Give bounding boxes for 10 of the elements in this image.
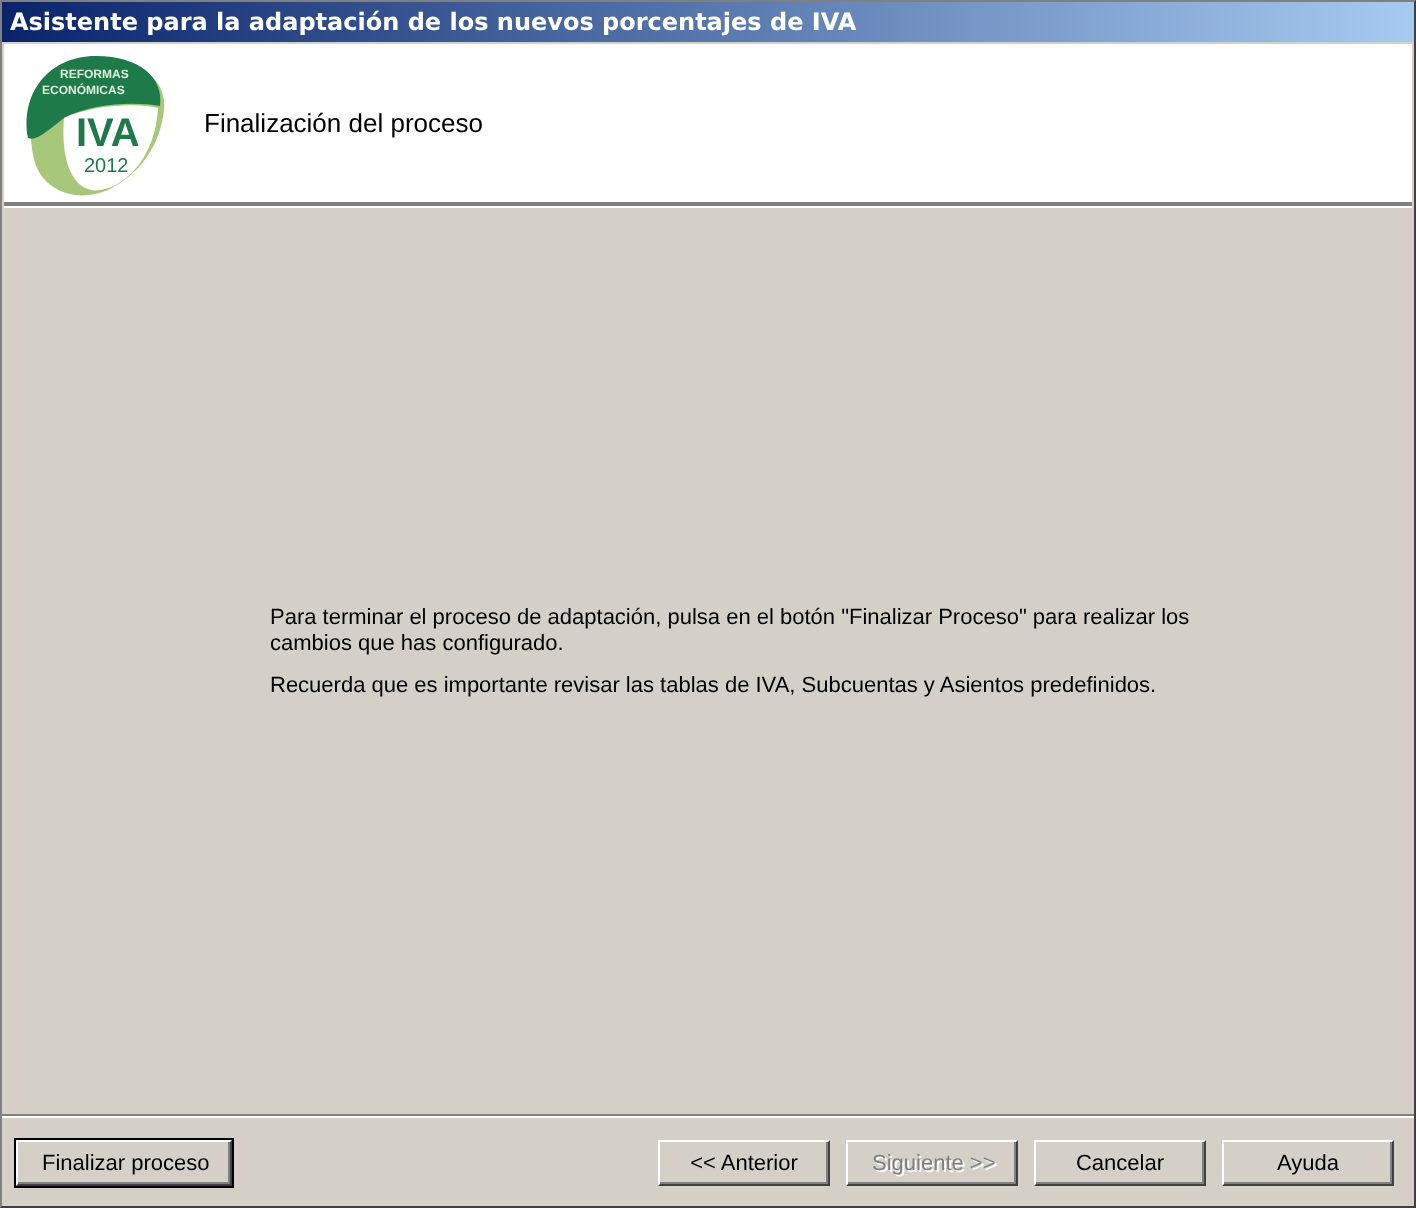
instruction-text: Para terminar el proceso de adaptación, pulsa en el botón "Finalizar Proceso" para realizar los cambios que has configurado. xyxy=(270,605,1192,657)
window-title: Asistente para la adaptación de los nuevos porcentajes de IVA xyxy=(10,8,857,36)
wizard-button[interactable]: Ayuda xyxy=(1222,1140,1394,1186)
wizard-button[interactable]: << Anterior xyxy=(658,1140,830,1186)
instruction-text: Recuerda que es importante revisar las tablas de IVA, Subcuentas y Asientos predefinidos. xyxy=(270,673,1159,699)
wizard-button[interactable]: Cancelar xyxy=(1034,1140,1206,1186)
logo-text: 2012 xyxy=(84,155,129,177)
finish-button[interactable]: Finalizar proceso xyxy=(16,1140,232,1186)
logo-text: IVA xyxy=(76,111,140,157)
step-title: Finalización del proceso xyxy=(204,108,483,138)
